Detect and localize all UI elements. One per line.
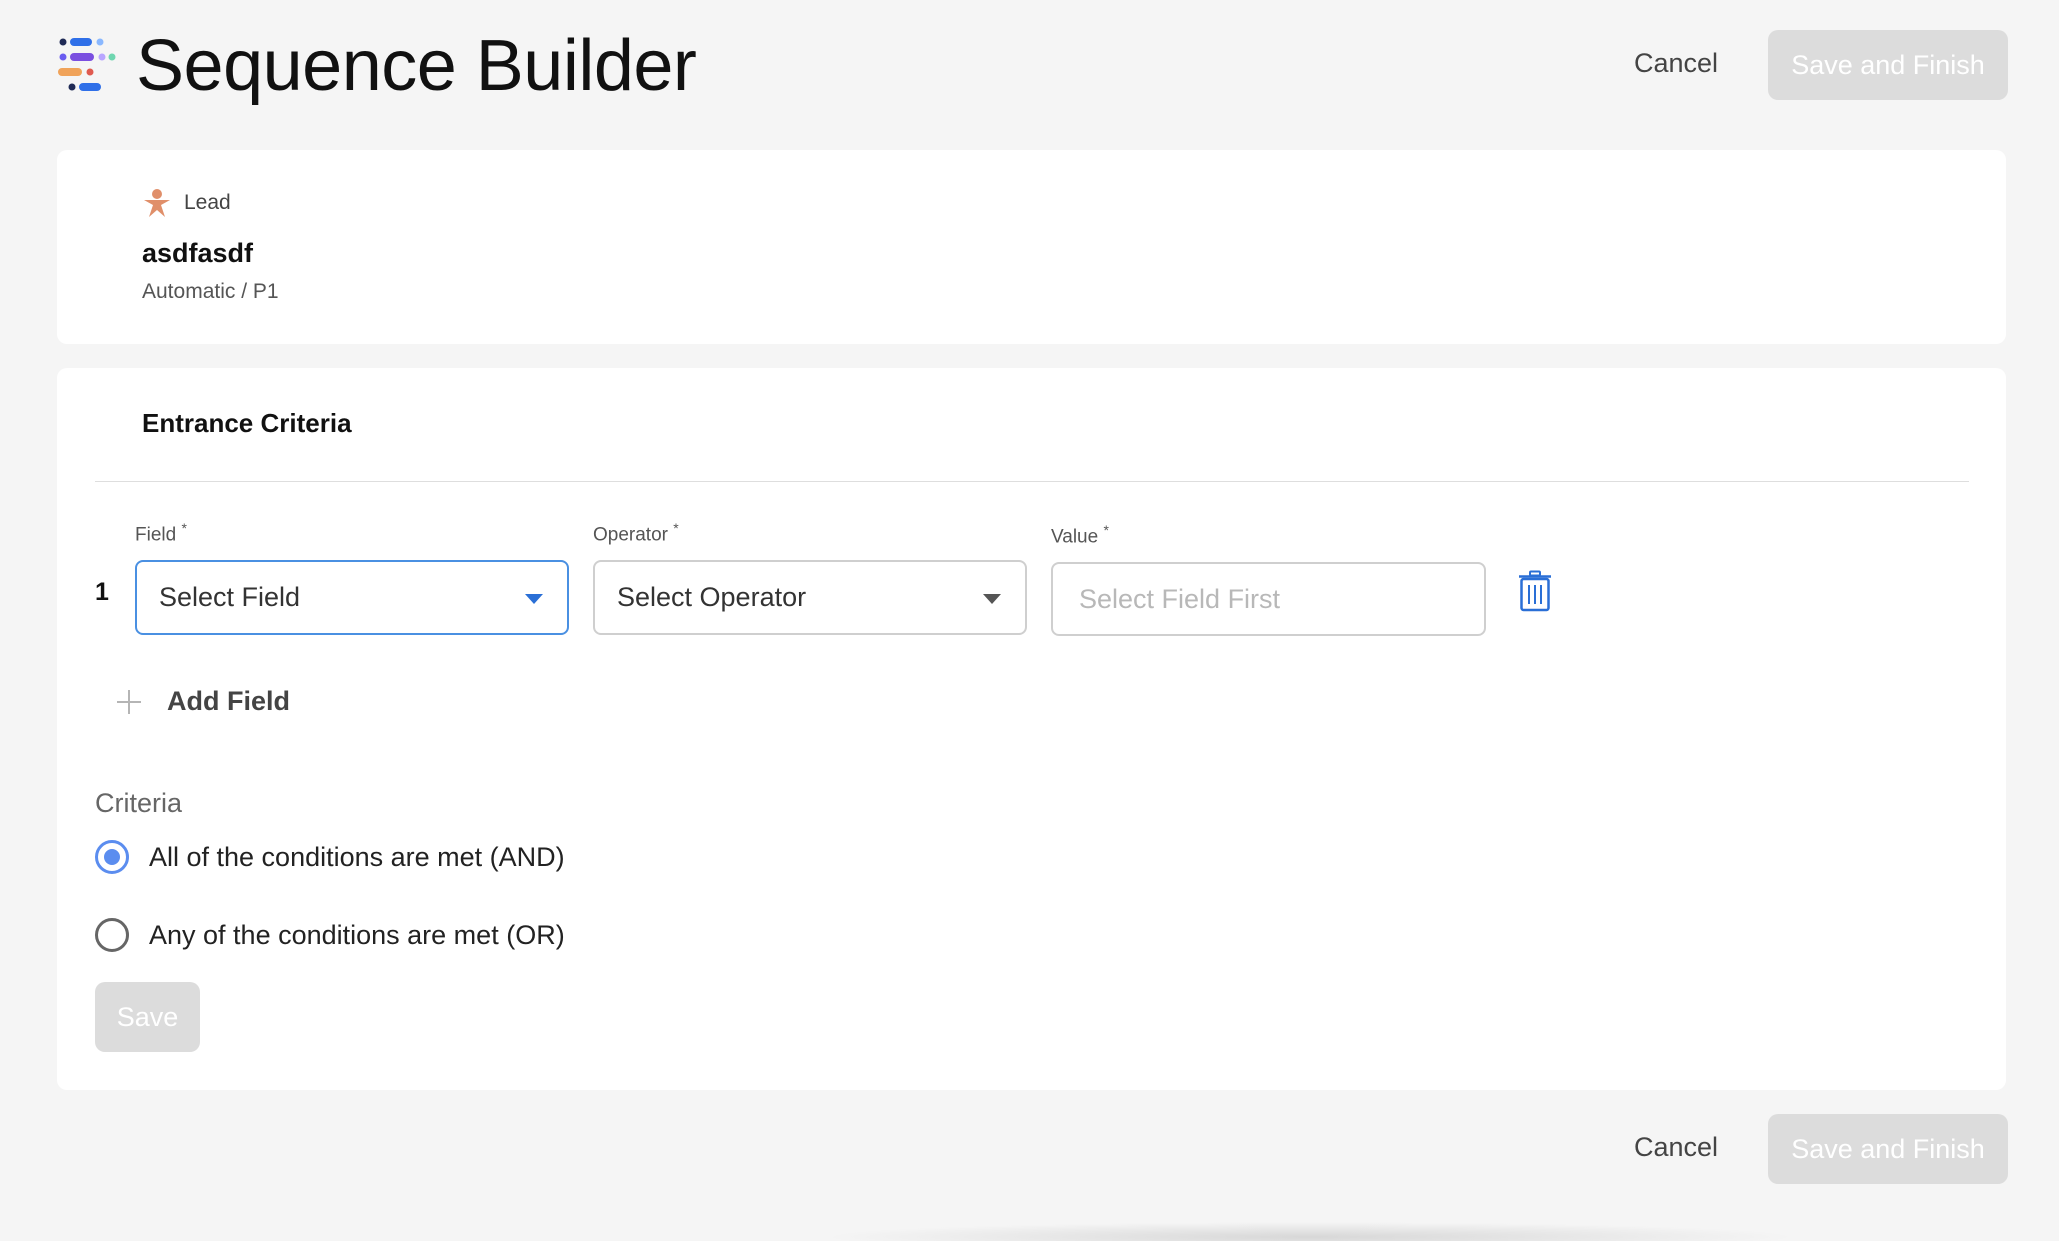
add-field-button[interactable]: Add Field xyxy=(117,686,290,717)
operator-label: Operator * xyxy=(593,520,679,546)
criteria-label: Criteria xyxy=(95,788,183,818)
radio-button[interactable] xyxy=(95,840,129,874)
bottom-shadow xyxy=(820,1222,1800,1241)
trash-icon[interactable] xyxy=(1517,570,1553,612)
header: Sequence Builder Cancel Save and Finish xyxy=(0,0,2059,135)
sequence-builder-page: Sequence Builder Cancel Save and Finish … xyxy=(0,0,2059,1241)
operator-select-value: Select Operator xyxy=(617,582,807,612)
row-number: 1 xyxy=(95,578,109,606)
field-select-value: Select Field xyxy=(159,582,301,612)
lead-card: Lead asdfasdf Automatic / P1 xyxy=(57,150,2006,344)
add-field-label: Add Field xyxy=(167,686,290,716)
caret-down-icon xyxy=(525,594,543,604)
field-select[interactable]: Select Field xyxy=(135,560,569,635)
save-and-finish-button[interactable]: Save and Finish xyxy=(1768,30,2008,100)
value-label: Value * xyxy=(1051,522,1109,548)
lead-tag: Lead xyxy=(184,191,231,214)
footer-cancel-button[interactable]: Cancel xyxy=(1634,1132,1718,1163)
radio-and-label: All of the conditions are met (AND) xyxy=(149,841,565,872)
person-icon xyxy=(144,189,170,217)
radio-button[interactable] xyxy=(95,918,129,952)
radio-or-option[interactable]: Any of the conditions are met (OR) xyxy=(95,918,565,952)
lead-name: asdfasdf xyxy=(142,238,254,268)
value-input[interactable] xyxy=(1051,562,1486,636)
section-title: Entrance Criteria xyxy=(142,408,352,438)
operator-select[interactable]: Select Operator xyxy=(593,560,1027,635)
save-button[interactable]: Save xyxy=(95,982,200,1052)
footer-save-and-finish-button[interactable]: Save and Finish xyxy=(1768,1114,2008,1184)
field-label: Field * xyxy=(135,520,187,546)
radio-and-option[interactable]: All of the conditions are met (AND) xyxy=(95,840,565,874)
divider xyxy=(95,481,1969,482)
lead-subtitle: Automatic / P1 xyxy=(142,280,279,303)
lead-type: Lead xyxy=(142,188,231,218)
page-title: Sequence Builder xyxy=(136,26,697,106)
sequence-logo-icon xyxy=(58,38,116,91)
entrance-criteria-card: Entrance Criteria Field * Operator * Val… xyxy=(57,368,2006,1090)
caret-down-icon xyxy=(983,594,1001,604)
plus-icon xyxy=(117,689,141,714)
cancel-button[interactable]: Cancel xyxy=(1634,48,1718,79)
radio-or-label: Any of the conditions are met (OR) xyxy=(149,919,565,950)
